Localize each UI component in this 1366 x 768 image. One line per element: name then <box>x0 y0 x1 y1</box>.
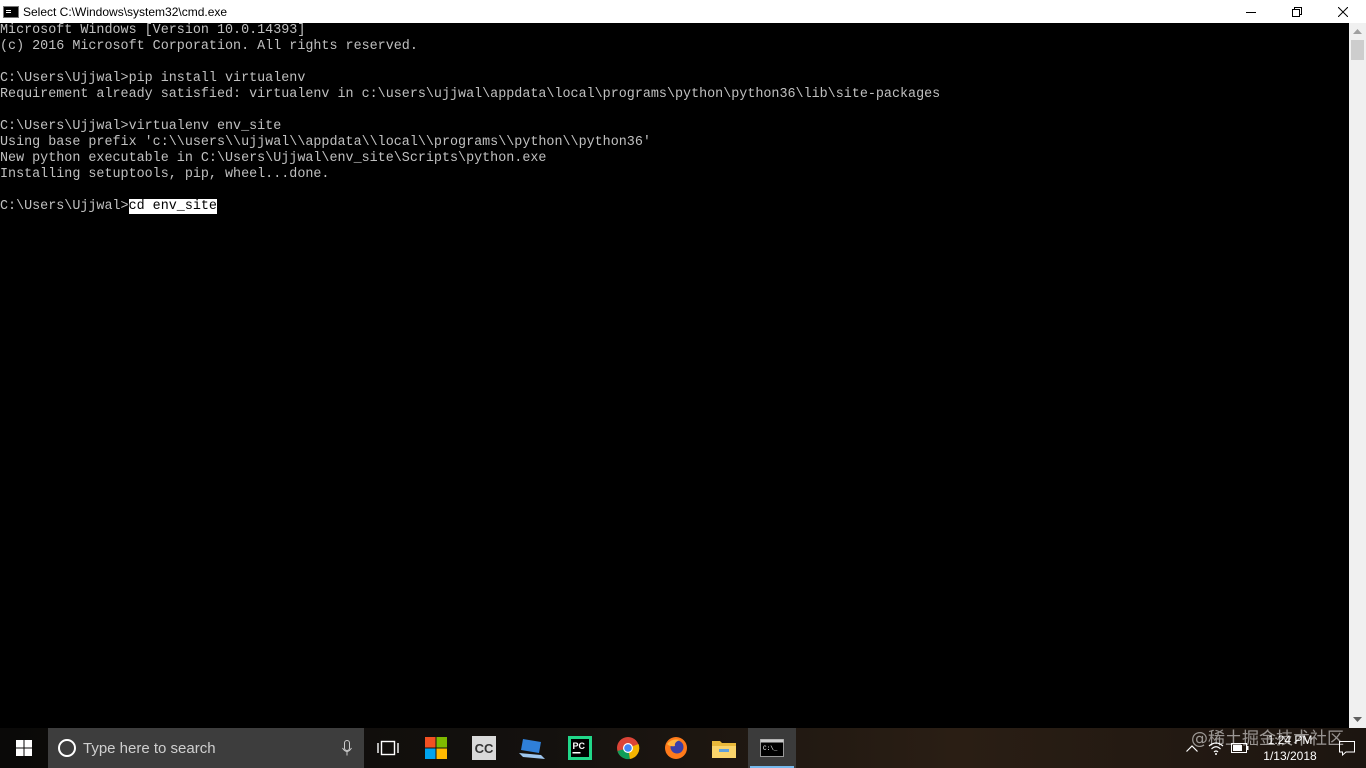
taskbar-app-command-prompt[interactable]: C:\_ <box>748 728 796 768</box>
taskbar-app-chrome[interactable] <box>604 728 652 768</box>
console-line: Installing setuptools, pip, wheel...done… <box>0 167 330 182</box>
windows-logo-icon <box>16 740 32 756</box>
svg-text:CC: CC <box>475 741 494 756</box>
clock-time: 1:24 PM <box>1267 733 1313 747</box>
console-line: Requirement already satisfied: virtualen… <box>0 87 941 102</box>
command-prompt-line[interactable]: C:\Users\Ujjwal>cd env_site <box>0 199 217 215</box>
chrome-icon <box>617 737 640 760</box>
console-line: (c) 2016 Microsoft Corporation. All righ… <box>0 39 418 54</box>
minimize-icon <box>1246 11 1256 13</box>
console-line: C:\Users\Ujjwal>virtualenv env_site <box>0 119 282 134</box>
action-center-button[interactable] <box>1328 728 1366 768</box>
cmd-taskbar-icon: C:\_ <box>760 739 784 757</box>
chevron-up-icon <box>1353 29 1362 34</box>
taskbar-search-box[interactable]: Type here to search <box>48 728 364 768</box>
window-title-bar[interactable]: Select C:\Windows\system32\cmd.exe <box>0 0 1366 23</box>
taskbar-clock[interactable]: 1:24 PM 1/13/2018 <box>1252 732 1328 764</box>
prompt-path: C:\Users\Ujjwal> <box>0 199 129 214</box>
console-line: New python executable in C:\Users\Ujjwal… <box>0 151 547 166</box>
taskbar: Type here to search CC PC C:\_ 1:24 PM 1… <box>0 728 1366 768</box>
taskbar-app-file-explorer[interactable] <box>700 728 748 768</box>
console-line: Using base prefix 'c:\\users\\ujjwal\\ap… <box>0 135 651 150</box>
show-hidden-icons-button[interactable] <box>1180 728 1204 768</box>
scroll-up-button[interactable] <box>1349 23 1366 40</box>
task-view-button[interactable] <box>364 728 412 768</box>
clock-date: 1/13/2018 <box>1263 749 1317 763</box>
taskbar-app-cc[interactable]: CC <box>460 728 508 768</box>
vertical-scrollbar[interactable] <box>1349 23 1366 728</box>
restore-icon <box>1292 6 1302 17</box>
scroll-thumb[interactable] <box>1351 40 1364 60</box>
maximize-button[interactable] <box>1274 0 1320 23</box>
cortana-search-icon <box>58 739 76 757</box>
cmd-icon <box>3 5 19 18</box>
wifi-icon <box>1208 742 1224 755</box>
task-view-icon <box>377 740 399 756</box>
laptop-app-icon <box>519 739 545 759</box>
network-button[interactable] <box>1204 728 1228 768</box>
close-icon <box>1338 6 1348 17</box>
microphone-icon <box>342 740 352 756</box>
selected-command-text[interactable]: cd env_site <box>128 199 217 214</box>
svg-text:PC: PC <box>573 741 586 751</box>
taskbar-app-firefox[interactable] <box>652 728 700 768</box>
cc-icon: CC <box>472 736 496 760</box>
console-line: Microsoft Windows [Version 10.0.14393] <box>0 23 306 38</box>
start-button[interactable] <box>0 728 48 768</box>
taskbar-app-store[interactable] <box>412 728 460 768</box>
console-line: C:\Users\Ujjwal>pip install virtualenv <box>0 71 306 86</box>
close-button[interactable] <box>1320 0 1366 23</box>
system-tray: 1:24 PM 1/13/2018 <box>1180 728 1366 768</box>
pycharm-icon: PC <box>568 736 592 760</box>
window-title: Select C:\Windows\system32\cmd.exe <box>23 4 228 19</box>
battery-button[interactable] <box>1228 728 1252 768</box>
chevron-up-icon <box>1186 744 1198 752</box>
chevron-down-icon <box>1353 717 1362 722</box>
taskbar-app-laptop[interactable] <box>508 728 556 768</box>
search-placeholder: Type here to search <box>83 739 216 757</box>
taskbar-app-pycharm[interactable]: PC <box>556 728 604 768</box>
minimize-button[interactable] <box>1228 0 1274 23</box>
scroll-down-button[interactable] <box>1349 711 1366 728</box>
console-output[interactable]: Microsoft Windows [Version 10.0.14393] (… <box>0 23 1349 728</box>
notification-icon <box>1339 740 1355 756</box>
store-icon <box>425 737 447 759</box>
firefox-icon <box>665 737 687 759</box>
svg-text:C:\_: C:\_ <box>763 745 778 752</box>
folder-icon <box>712 741 736 758</box>
battery-icon <box>1231 743 1249 753</box>
